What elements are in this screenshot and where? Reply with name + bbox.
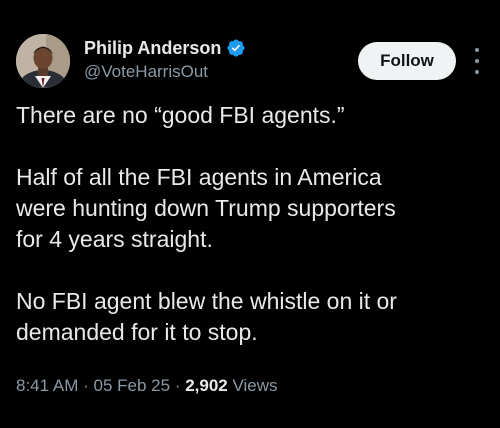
more-dot (475, 59, 479, 63)
avatar-photo (16, 34, 70, 88)
display-name[interactable]: Philip Anderson (84, 38, 221, 59)
tweet-text: There are no “good FBI agents.” Half of … (16, 100, 486, 379)
tweet-date[interactable]: 05 Feb 25 (94, 376, 171, 395)
author-handle[interactable]: @VoteHarrisOut (84, 62, 246, 82)
views-label: Views (232, 376, 278, 395)
tweet-meta: 8:41 AM · 05 Feb 25 · 2,902 Views (16, 376, 278, 396)
author-names: Philip Anderson @VoteHarrisOut (84, 36, 246, 82)
more-dot (475, 48, 479, 52)
more-dot (475, 70, 479, 74)
tweet-paragraph: There are no “good FBI agents.” (16, 102, 345, 128)
meta-separator: · (83, 376, 89, 395)
tweet-paragraph: No FBI agent blew the whistle on it or d… (16, 288, 397, 345)
tweet-time[interactable]: 8:41 AM (16, 376, 78, 395)
follow-button[interactable]: Follow (358, 42, 456, 80)
meta-separator: · (174, 376, 181, 395)
avatar[interactable] (16, 34, 70, 88)
tweet-header: Philip Anderson @VoteHarrisOut Follow (16, 34, 484, 92)
tweet-paragraph: Half of all the FBI agents in America we… (16, 164, 396, 252)
verified-badge-icon[interactable] (226, 38, 246, 58)
views-count: 2,902 (185, 376, 228, 395)
tweet-card: Philip Anderson @VoteHarrisOut Follow Th… (0, 0, 500, 428)
display-name-row: Philip Anderson (84, 36, 246, 60)
more-options-icon[interactable] (470, 48, 484, 74)
